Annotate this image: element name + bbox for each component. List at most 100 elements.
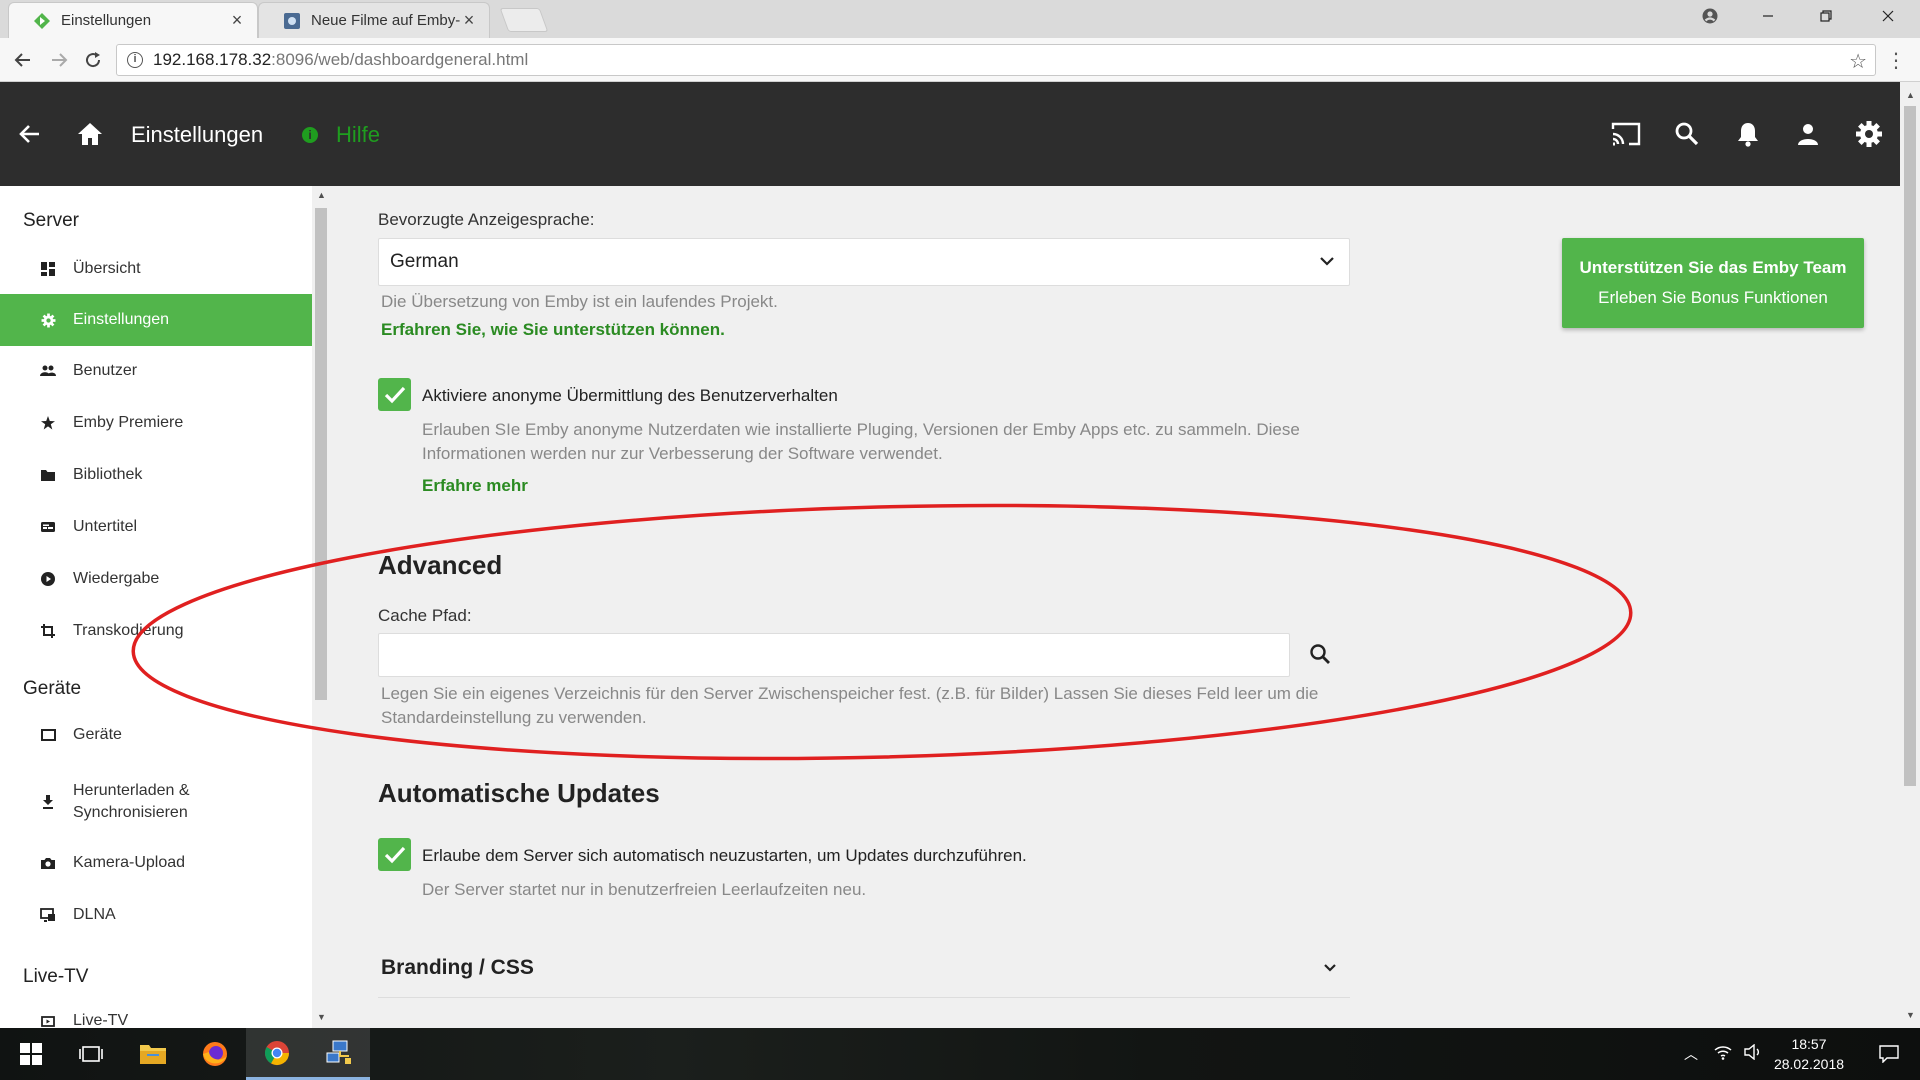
sidebar-section-geraete: Geräte xyxy=(23,678,82,699)
browser-tab-strip: Einstellungen × Neue Filme auf Emby-Se × xyxy=(0,0,1920,38)
cache-path-input[interactable] xyxy=(378,633,1290,677)
sidebar-item-geraete[interactable]: Geräte xyxy=(0,718,312,752)
new-tab-button[interactable] xyxy=(499,8,549,32)
sidebar-item-label: Einstellungen xyxy=(73,311,170,328)
translation-help-link[interactable]: Erfahren Sie, wie Sie unterstützen könne… xyxy=(381,320,725,340)
learn-more-link[interactable]: Erfahre mehr xyxy=(422,476,528,496)
minimize-icon[interactable] xyxy=(1742,0,1794,32)
tab-title: Neue Filme auf Emby-Se xyxy=(311,12,461,29)
windows-taskbar: ︿ 18:57 28.02.2018 xyxy=(0,1028,1920,1080)
profile-icon[interactable] xyxy=(1684,0,1736,32)
info-icon[interactable]: i xyxy=(127,52,143,68)
scroll-down-arrow-icon[interactable]: ▼ xyxy=(317,1012,326,1022)
browser-menu-icon[interactable]: ⋮ xyxy=(1886,48,1906,73)
firefox-icon[interactable] xyxy=(184,1028,246,1080)
promo-title: Unterstützen Sie das Emby Team xyxy=(1579,258,1847,277)
sidebar-item-label: Untertitel xyxy=(73,518,138,535)
dlna-icon xyxy=(40,907,56,923)
sidebar-item-einstellungen[interactable]: Einstellungen xyxy=(0,294,312,346)
bookmark-star-icon[interactable]: ☆ xyxy=(1849,49,1867,74)
back-icon[interactable] xyxy=(8,46,38,74)
sidebar-scroll-thumb[interactable] xyxy=(315,208,327,700)
auto-restart-checkbox[interactable] xyxy=(378,838,411,871)
scroll-down-arrow-icon[interactable]: ▼ xyxy=(1906,1010,1915,1020)
sidebar-item-label: Kamera-Upload xyxy=(73,854,186,871)
anonymous-usage-checkbox[interactable] xyxy=(378,378,411,411)
automatic-updates-heading: Automatische Updates xyxy=(378,778,660,808)
tab-neue-filme[interactable]: Neue Filme auf Emby-Se × xyxy=(258,2,490,38)
chevron-down-icon xyxy=(1324,964,1336,972)
volume-icon[interactable] xyxy=(1744,1043,1762,1063)
notifications-bell-icon[interactable] xyxy=(1732,118,1764,150)
language-select[interactable]: German xyxy=(378,238,1350,286)
branding-css-title: Branding / CSS xyxy=(381,956,534,979)
notification-center-icon[interactable] xyxy=(1858,1028,1920,1080)
close-tab-icon[interactable]: × xyxy=(461,10,477,31)
cache-path-label: Cache Pfad: xyxy=(378,606,472,625)
sidebar-item-emby-premiere[interactable]: Emby Premiere xyxy=(0,406,312,440)
cast-icon[interactable] xyxy=(1610,118,1642,150)
auto-restart-help: Der Server startet nur in benutzerfreien… xyxy=(422,880,867,899)
home-icon[interactable] xyxy=(74,118,106,150)
emby-favicon-icon xyxy=(34,12,50,29)
user-icon[interactable] xyxy=(1792,118,1824,150)
restore-icon[interactable] xyxy=(1800,0,1852,32)
settings-sidebar: Server Übersicht Einstellungen Benutzer … xyxy=(0,186,312,1028)
system-clock[interactable]: 18:57 28.02.2018 xyxy=(1772,1034,1846,1074)
network-app-icon[interactable] xyxy=(308,1028,370,1080)
reload-icon[interactable] xyxy=(78,46,108,74)
branding-css-collapsible[interactable]: Branding / CSS xyxy=(378,938,1350,998)
help-link[interactable]: i Hilfe xyxy=(302,122,380,148)
url-host: 192.168.178.32 xyxy=(153,50,272,69)
auto-restart-label: Erlaube dem Server sich automatisch neuz… xyxy=(422,846,1027,865)
close-tab-icon[interactable]: × xyxy=(229,10,245,31)
back-arrow-icon[interactable] xyxy=(14,118,46,150)
sidebar-item-transkodierung[interactable]: Transkodierung xyxy=(0,614,312,648)
browse-cache-path-button[interactable] xyxy=(1304,638,1336,670)
task-view-icon[interactable] xyxy=(60,1028,122,1080)
sidebar-item-dlna[interactable]: DLNA xyxy=(0,898,312,932)
page-scroll-thumb[interactable] xyxy=(1904,106,1916,786)
sidebar-item-live-tv[interactable]: Live-TV xyxy=(0,1004,312,1028)
sidebar-item-untertitel[interactable]: Untertitel xyxy=(0,510,312,544)
sidebar-item-label: Emby Premiere xyxy=(73,414,184,431)
close-window-icon[interactable] xyxy=(1862,0,1914,32)
support-emby-button[interactable]: Unterstützen Sie das Emby Team Erleben S… xyxy=(1562,238,1864,328)
sidebar-item-herunterladen[interactable]: Herunterladen & Synchronisieren xyxy=(0,778,312,826)
file-explorer-icon[interactable] xyxy=(122,1028,184,1080)
anonymous-usage-help-line1: Erlauben SIe Emby anonyme Nutzerdaten wi… xyxy=(422,420,1300,439)
sidebar-item-label: Bibliothek xyxy=(73,466,143,483)
wifi-icon[interactable] xyxy=(1714,1044,1732,1063)
cache-path-help-line2: Standardeinstellung zu verwenden. xyxy=(381,708,647,727)
anonymous-usage-label: Aktiviere anonyme Übermittlung des Benut… xyxy=(422,386,838,405)
address-bar[interactable]: i 192.168.178.32:8096/web/dashboardgener… xyxy=(116,44,1876,76)
sidebar-item-kamera-upload[interactable]: Kamera-Upload xyxy=(0,846,312,880)
sidebar-item-bibliothek[interactable]: Bibliothek xyxy=(0,458,312,492)
chrome-icon[interactable] xyxy=(246,1028,308,1080)
advanced-heading: Advanced xyxy=(378,550,503,580)
settings-gear-icon[interactable] xyxy=(1853,118,1885,150)
sidebar-scrollbar[interactable]: ▲ ▼ xyxy=(312,186,330,1028)
tab-einstellungen[interactable]: Einstellungen × xyxy=(8,2,258,38)
page-scrollbar[interactable]: ▲ ▼ xyxy=(1900,82,1920,1028)
scroll-up-arrow-icon[interactable]: ▲ xyxy=(1906,90,1915,100)
sidebar-item-benutzer[interactable]: Benutzer xyxy=(0,354,312,388)
sidebar-item-uebersicht[interactable]: Übersicht xyxy=(0,252,312,286)
clock-date: 28.02.2018 xyxy=(1773,1056,1845,1072)
transcode-icon xyxy=(40,623,56,639)
sidebar-item-label: DLNA xyxy=(73,906,116,923)
sidebar-item-wiedergabe[interactable]: Wiedergabe xyxy=(0,562,312,596)
sidebar-item-label: Live-TV xyxy=(73,1012,129,1028)
sidebar-section-live-tv: Live-TV xyxy=(23,966,89,987)
clock-time: 18:57 xyxy=(1791,1036,1827,1052)
folder-icon xyxy=(40,467,56,483)
show-hidden-icons-icon[interactable]: ︿ xyxy=(1684,1044,1698,1064)
sidebar-item-label: Übersicht xyxy=(73,260,141,277)
page-title: Einstellungen xyxy=(131,122,264,147)
search-icon[interactable] xyxy=(1671,118,1703,150)
windows-start-icon[interactable] xyxy=(0,1028,62,1080)
sidebar-item-label: Benutzer xyxy=(73,362,138,379)
sidebar-item-label: Transkodierung xyxy=(73,622,184,639)
forward-icon[interactable] xyxy=(44,46,74,74)
scroll-up-arrow-icon[interactable]: ▲ xyxy=(317,190,326,200)
